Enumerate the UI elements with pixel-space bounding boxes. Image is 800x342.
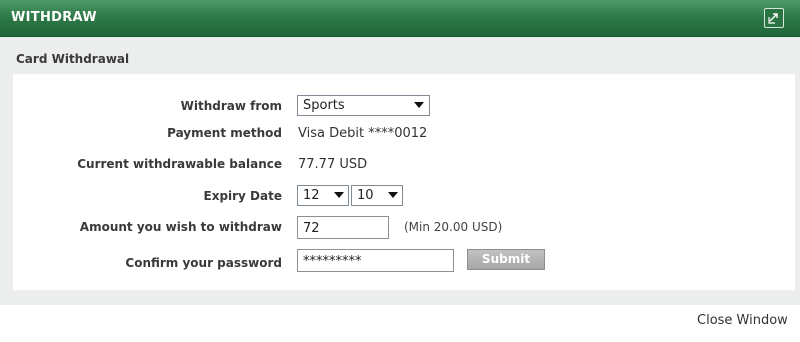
balance-label: Current withdrawable balance (77, 157, 282, 171)
expiry-year-value: 10 (357, 188, 374, 203)
password-value: ********* (303, 254, 362, 269)
expiry-month-value: 12 (303, 188, 320, 203)
window-header: WITHDRAW (0, 0, 800, 37)
payment-method-value: Visa Debit ****0012 (298, 126, 428, 141)
chevron-down-icon (388, 192, 398, 198)
password-input[interactable]: ********* (297, 249, 454, 272)
chevron-down-icon (414, 102, 424, 108)
expiry-month-select[interactable]: 12 (297, 185, 349, 206)
expiry-year-select[interactable]: 10 (351, 185, 403, 206)
payment-method-label: Payment method (167, 126, 282, 140)
close-window-link[interactable]: Close Window (697, 313, 788, 328)
amount-value: 72 (303, 221, 320, 236)
amount-min-note: (Min 20.00 USD) (404, 220, 503, 234)
submit-button[interactable]: Submit (467, 249, 545, 270)
amount-label: Amount you wish to withdraw (79, 220, 282, 234)
chevron-down-icon (334, 192, 344, 198)
withdraw-from-value: Sports (303, 98, 345, 113)
amount-input[interactable]: 72 (297, 216, 389, 239)
window-title: WITHDRAW (11, 10, 97, 25)
popout-icon[interactable] (764, 8, 784, 28)
password-label: Confirm your password (125, 256, 282, 270)
expiry-date-label: Expiry Date (203, 189, 283, 203)
withdraw-from-select[interactable]: Sports (297, 95, 430, 116)
withdraw-from-label: Withdraw from (180, 99, 282, 113)
balance-value: 77.77 USD (298, 157, 368, 172)
section-title: Card Withdrawal (16, 52, 130, 66)
